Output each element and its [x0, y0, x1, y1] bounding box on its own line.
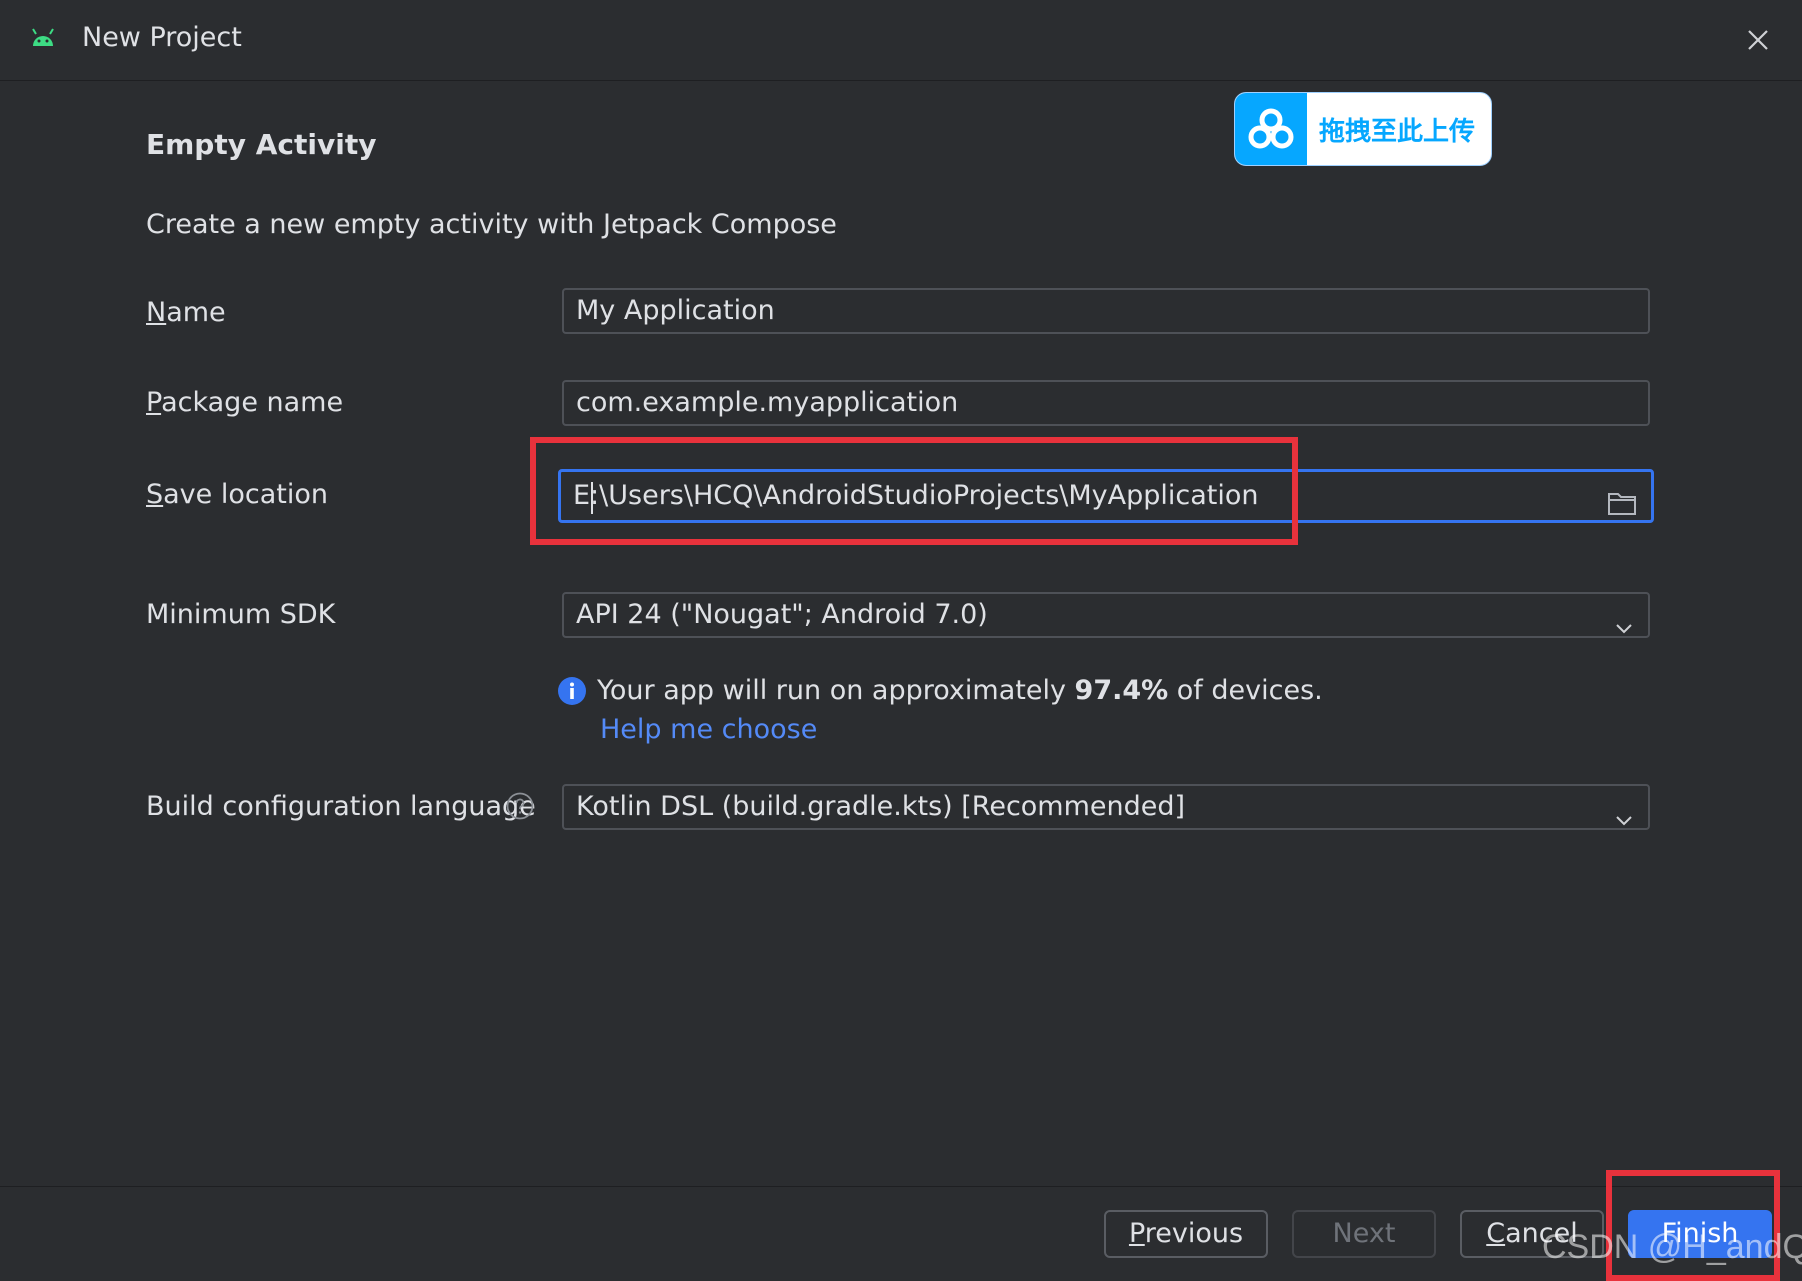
save-location-label-mnemonic: S [146, 479, 164, 510]
folder-icon[interactable] [1607, 484, 1637, 515]
window-title: New Project [82, 22, 242, 53]
upload-label: 拖拽至此上传 [1319, 117, 1476, 147]
close-icon[interactable] [1740, 22, 1776, 58]
coverage-percent: 97.4% [1074, 675, 1169, 706]
annotation-box-save-location [530, 437, 1298, 545]
save-location-label: Save location [146, 479, 328, 510]
cancel-mnemonic: C [1486, 1218, 1506, 1249]
help-me-choose-link[interactable]: Help me choose [600, 714, 817, 745]
previous-mnemonic: P [1128, 1218, 1145, 1249]
watermark: CSDN @H_andQ [1542, 1228, 1802, 1266]
new-project-dialog: New Project Empty Activity Create a new … [0, 0, 1802, 1281]
package-label-mnemonic: P [146, 387, 162, 418]
package-name-value: com.example.myapplication [576, 387, 959, 418]
build-config-select[interactable]: Kotlin DSL (build.gradle.kts) [Recommend… [562, 784, 1650, 830]
footer-divider [0, 1186, 1802, 1187]
package-name-field[interactable]: com.example.myapplication [562, 380, 1650, 426]
package-label-text: ackage name [161, 387, 344, 418]
build-config-label: Build configuration language [146, 791, 536, 822]
template-title: Empty Activity [146, 128, 377, 161]
minimum-sdk-value: API 24 ("Nougat"; Android 7.0) [576, 599, 988, 630]
save-location-label-text: ave location [163, 479, 328, 510]
cloud-upload-icon [1235, 93, 1307, 165]
name-field[interactable]: My Application [562, 288, 1650, 334]
chevron-down-icon [1614, 608, 1634, 634]
chevron-down-icon [1614, 800, 1634, 826]
coverage-suffix: of devices. [1168, 675, 1323, 706]
coverage-prefix: Your app will run on approximately [597, 675, 1075, 706]
name-label-text: ame [166, 297, 226, 328]
next-button[interactable]: Next [1292, 1210, 1436, 1258]
help-icon[interactable] [506, 792, 534, 820]
template-description: Create a new empty activity with Jetpack… [146, 209, 837, 240]
previous-button[interactable]: Previous [1104, 1210, 1268, 1258]
build-config-value: Kotlin DSL (build.gradle.kts) [Recommend… [576, 791, 1186, 822]
android-icon [30, 28, 56, 50]
title-bar: New Project [0, 0, 1802, 81]
name-label-mnemonic: N [146, 297, 167, 328]
device-coverage-text: Your app will run on approximately 97.4%… [597, 675, 1323, 706]
minimum-sdk-select[interactable]: API 24 ("Nougat"; Android 7.0) [562, 592, 1650, 638]
drag-upload-badge[interactable]: 拖拽至此上传 [1234, 92, 1492, 166]
package-name-label: Package name [146, 387, 343, 418]
name-value: My Application [576, 295, 775, 326]
info-icon [557, 676, 587, 706]
name-label: Name [146, 297, 226, 328]
previous-label: revious [1144, 1218, 1244, 1249]
minimum-sdk-label: Minimum SDK [146, 599, 336, 630]
